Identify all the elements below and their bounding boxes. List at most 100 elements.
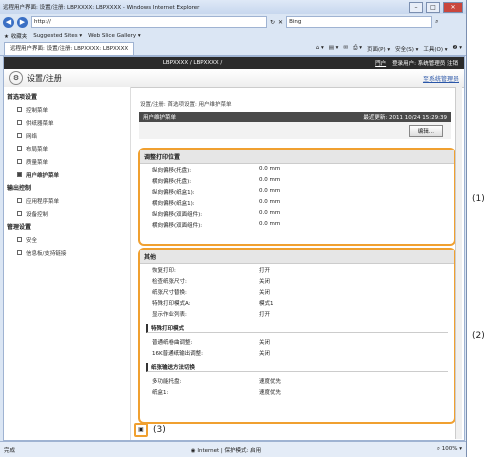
setting-value: 速度优先 [259,389,282,396]
setting-row: 纵向偏移(托盘): 0.0 mm [140,164,454,175]
suggested-sites-link[interactable]: Suggested Sites ▾ [33,33,82,39]
subheader-title: 设置/注册 [27,73,62,83]
section-print-position: 调整打印位置 纵向偏移(托盘): 0.0 mm 横向偏移(托盘): 0.0 mm 纵… [138,148,456,246]
setting-label: 横向偏移(托盘): [152,178,192,185]
favorites-button[interactable]: ★ 收藏夹 [4,32,27,40]
setting-label: 显示作业列表: [152,311,187,318]
home-icon[interactable]: ⌂ ▾ [316,45,324,53]
web-slice-gallery-link[interactable]: Web Slice Gallery ▾ [88,33,141,39]
breadcrumb: 设置/注册: 首选项设置: 用户维护菜单 [140,102,232,108]
setting-label: 纵向偏移(托盘): [152,167,192,174]
sidebar: 首选项设置 控制菜单 供纸器菜单 网络 布局菜单 质量菜单 用户维护菜单 输出控… [4,87,131,440]
setting-value: 0.0 mm [259,165,281,172]
setting-label: 纵向偏移(纸盒1): [152,189,195,196]
setting-row: 纸张尺寸替换: 关闭 [140,286,454,297]
tab-row: 远程用户界面: 设置/注册: LBPXXXX: LBPXXXX ⌂ ▾ ▤ ▾ … [0,42,466,56]
status-text: 完成 [4,447,16,454]
sidebar-item-device-control[interactable]: 设备控制 [4,207,130,220]
setting-value: 打开 [259,311,271,318]
setting-value: 关闭 [259,278,271,285]
callout-2: (2) [472,331,485,341]
refresh-icon[interactable]: ↻ [270,19,275,26]
sidebar-item-label: 应用程序菜单 [26,198,60,205]
back-icon[interactable]: ◀ [3,16,14,28]
sidebar-item-paper-source[interactable]: 供纸器菜单 [4,116,130,129]
page-title: 用户维护菜单 [143,115,177,121]
setting-value: 速度优先 [259,378,282,385]
sidebar-item-label: 布局菜单 [26,146,49,153]
scrollbar[interactable] [455,87,462,439]
zoom-level: 100% [441,446,458,452]
page-menu[interactable]: 页面(P) ▾ [367,45,390,53]
safety-menu[interactable]: 安全(S) ▾ [395,45,418,53]
setting-row: 16K普通纸输出调整: 关闭 [140,347,454,358]
bullet-icon [17,172,22,177]
setting-row: 检查纸张尺寸: 关闭 [140,275,454,286]
setting-value: 0.0 mm [259,209,281,216]
stop-icon[interactable]: ✕ [278,19,283,26]
setting-label: 纵向偏移(双面组件): [152,211,203,218]
setting-value: 关闭 [259,350,271,357]
zoom-control[interactable]: ⌕ 100% ▾ [437,446,462,453]
help-menu[interactable]: ❷ ▾ [453,45,462,53]
bullet-icon [17,120,22,125]
bullet-icon [17,146,22,151]
sidebar-item-applications[interactable]: 应用程序菜单 [4,194,130,207]
mail-admin-link[interactable]: 至系统管理员 [423,74,459,83]
sidebar-item-label: 用户维护菜单 [26,172,60,179]
setting-row: 纵向偏移(纸盒1): 0.0 mm [140,186,454,197]
mail-icon[interactable]: ✉ [343,45,348,53]
zone-text: Internet | 保护模式: 启用 [197,447,262,454]
page-top-icon[interactable]: ▣ [134,423,148,437]
bullet-icon [17,107,22,112]
edit-button[interactable]: 编辑... [408,124,443,137]
maximize-button[interactable]: □ [426,1,440,13]
command-bar: ⌂ ▾ ▤ ▾ ✉ ⎙ ▾ 页面(P) ▾ 安全(S) ▾ 工具(O) ▾ ❷ … [316,45,462,53]
feeds-icon[interactable]: ▤ ▾ [329,45,339,53]
bullet-icon [17,198,22,203]
browser-tab[interactable]: 远程用户界面: 设置/注册: LBPXXXX: LBPXXXX [4,42,135,55]
favorites-label: 收藏夹 [10,34,28,40]
last-updated: 最近更新: 2011 10/24 15:29:39 [363,115,447,121]
bullet-icon [17,159,22,164]
subsection-heading: 特殊打印模式 [146,324,448,333]
setting-value: 0.0 mm [259,187,281,194]
sidebar-item-network[interactable]: 网络 [4,129,130,142]
url-text: http:// [34,19,51,25]
sidebar-item-control-menu[interactable]: 控制菜单 [4,103,130,116]
search-input[interactable]: Bing [286,16,433,28]
portal-link[interactable]: 門户 [375,59,386,67]
sidebar-item-label: 网络 [26,133,38,140]
window-title: 远程用户界面: 设置/注册: LBPXXXX: LBPXXXX - Window… [3,5,200,11]
setting-value: 0.0 mm [259,198,281,205]
main-panel: 设置/注册: 首选项设置: 用户维护菜单 用户维护菜单 最近更新: 2011 1… [136,89,456,439]
setting-row: 横向偏移(纸盒1): 0.0 mm [140,197,454,208]
url-input[interactable]: http:// [31,16,267,28]
sidebar-group-preferences: 首选项设置 [7,94,38,101]
print-icon[interactable]: ⎙ ▾ [353,45,362,53]
setting-row: 显示作业列表: 打开 [140,308,454,319]
subheader: ⚙ 设置/注册 至系统管理员 [4,69,464,88]
close-button[interactable]: ✕ [443,1,463,13]
sidebar-item-dashboard[interactable]: 信息板/支持链接 [4,246,130,259]
sidebar-item-user-maintenance[interactable]: 用户维护菜单 [4,168,130,181]
setting-label: 横向偏移(双面组件): [152,222,203,229]
page-title-bar: 用户维护菜单 最近更新: 2011 10/24 15:29:39 [139,112,451,122]
sidebar-item-quality[interactable]: 质量菜单 [4,155,130,168]
forward-icon[interactable]: ▶ [17,16,28,28]
sidebar-item-layout[interactable]: 布局菜单 [4,142,130,155]
sidebar-group-management: 管理设置 [7,224,32,231]
login-user[interactable]: 登录用户: 系统管理员 注销 [392,59,458,67]
sidebar-item-security[interactable]: 安全 [4,233,130,246]
setting-label: 多功能托盘: [152,378,182,385]
settings-icon: ⚙ [9,71,23,85]
page-header: LBPXXXX / LBPXXXX / 門户 登录用户: 系统管理员 注销 [4,57,464,69]
tools-menu[interactable]: 工具(O) ▾ [423,45,447,53]
edit-row: 编辑... [139,122,451,139]
setting-row: 横向偏移(托盘): 0.0 mm [140,175,454,186]
minimize-button[interactable]: – [409,1,423,13]
title-bar: 远程用户界面: 设置/注册: LBPXXXX: LBPXXXX - Window… [0,0,466,14]
search-icon[interactable]: ⌕ [435,18,438,26]
bullet-icon [17,211,22,216]
setting-label: 特殊打印模式A: [152,300,191,307]
